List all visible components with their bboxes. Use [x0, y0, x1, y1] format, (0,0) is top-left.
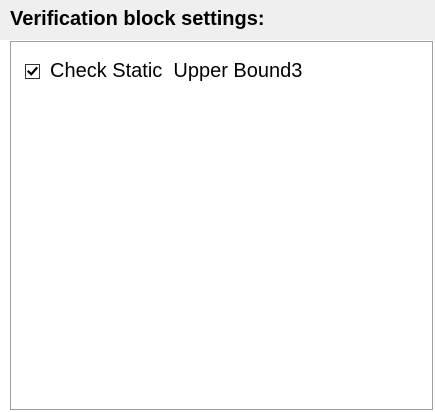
verification-blocks-list[interactable]: Check Static Upper Bound3: [10, 41, 433, 410]
verification-block-settings-panel: Verification block settings: Check Stati…: [0, 0, 435, 412]
checkbox-check-static-upper-bound3[interactable]: [25, 63, 40, 79]
panel-title: Verification block settings:: [10, 8, 265, 30]
checkmark-icon: [27, 66, 38, 76]
list-item-check-static-upper-bound3[interactable]: Check Static Upper Bound3: [25, 59, 302, 83]
list-item-label: Check Static Upper Bound3: [50, 59, 303, 82]
panel-header: Verification block settings:: [0, 0, 435, 40]
